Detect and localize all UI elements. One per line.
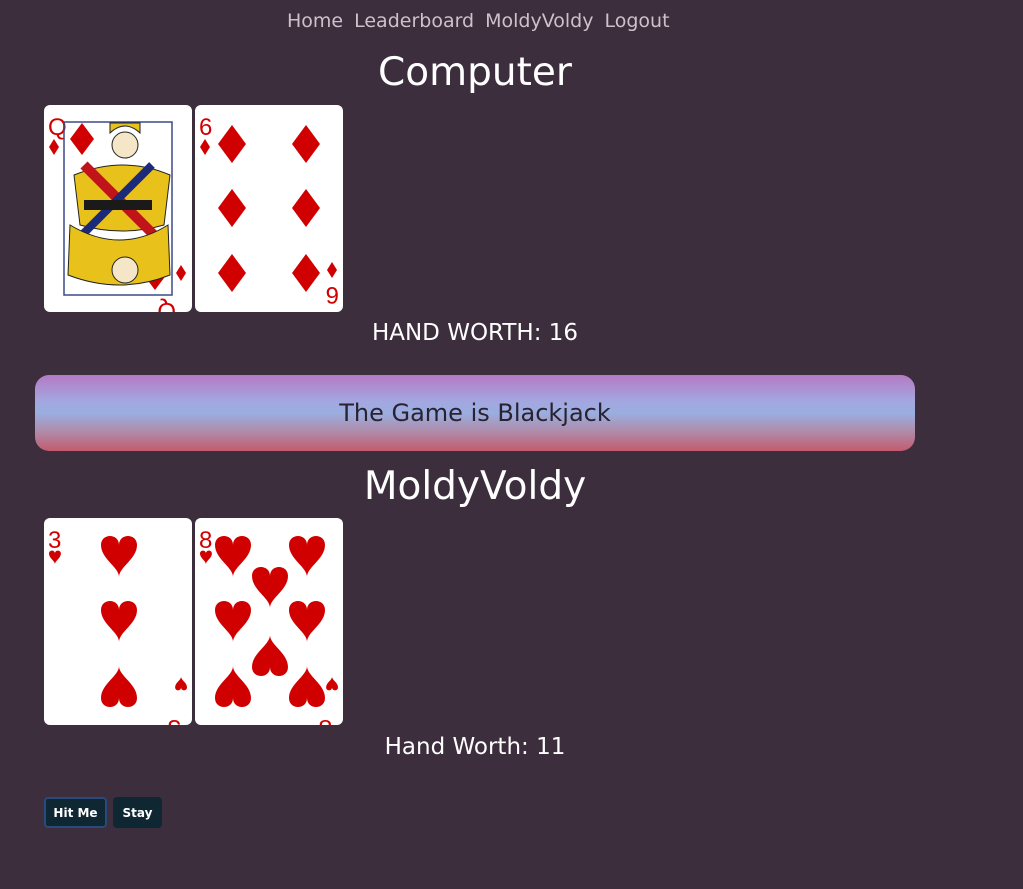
eight-of-hearts-image: 8 8 xyxy=(199,527,338,725)
card-computer-1-rank-bottom: Q xyxy=(157,297,176,312)
game-banner-text: The Game is Blackjack xyxy=(339,399,611,427)
game-banner: The Game is Blackjack xyxy=(35,375,915,451)
computer-heading: Computer xyxy=(378,50,572,95)
card-computer-2-rank: 6 xyxy=(199,114,212,141)
computer-hand-worth: HAND WORTH: 16 xyxy=(371,320,579,346)
card-player-2-rank-bottom: 8 xyxy=(319,714,332,725)
card-player-2-rank: 8 xyxy=(199,527,212,554)
player-hand-worth: Hand Worth: 11 xyxy=(384,734,566,760)
queen-of-diamonds-image: Q Q xyxy=(48,114,186,312)
card-computer-1: Q Q xyxy=(44,105,192,312)
nav-user-link[interactable]: MoldyVoldy xyxy=(485,10,593,32)
player-hand: 3 3 8 8 xyxy=(44,518,343,725)
player-heading: MoldyVoldy xyxy=(363,464,587,509)
card-player-1: 3 3 xyxy=(44,518,192,725)
stay-button[interactable]: Stay xyxy=(113,797,162,828)
nav-logout-link[interactable]: Logout xyxy=(604,10,669,32)
hit-me-button[interactable]: Hit Me xyxy=(44,797,107,828)
card-computer-2-rank-bottom: 6 xyxy=(326,281,339,308)
card-computer-2: 6 6 xyxy=(195,105,343,312)
card-player-1-rank: 3 xyxy=(48,527,61,554)
top-nav: Home Leaderboard MoldyVoldy Logout xyxy=(287,10,670,32)
nav-leaderboard-link[interactable]: Leaderboard xyxy=(354,10,474,32)
nav-home-link[interactable]: Home xyxy=(287,10,343,32)
computer-hand: Q Q 6 6 xyxy=(44,105,343,312)
three-of-hearts-image: 3 3 xyxy=(48,527,187,725)
card-player-1-rank-bottom: 3 xyxy=(168,714,181,725)
six-of-diamonds-image: 6 6 xyxy=(199,114,339,308)
card-player-2: 8 8 xyxy=(195,518,343,725)
